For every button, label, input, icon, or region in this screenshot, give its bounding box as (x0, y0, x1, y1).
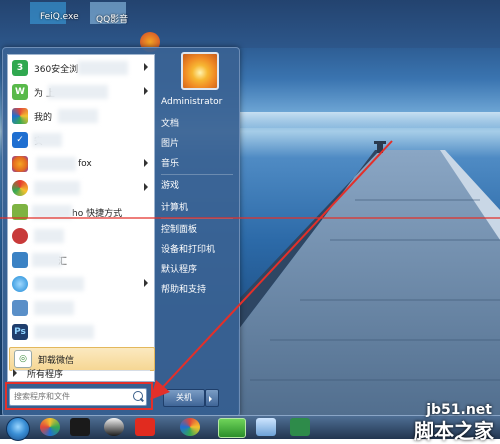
user-name-link[interactable]: Administrator (161, 94, 237, 110)
qq-icon[interactable] (104, 418, 124, 436)
shutdown-button[interactable]: 关机 (163, 389, 205, 407)
program-item[interactable] (8, 273, 154, 295)
ie-icon[interactable] (218, 418, 246, 438)
watermark-cn: 脚本之家 (414, 419, 494, 443)
program-item[interactable] (8, 177, 154, 199)
program-item[interactable]: fox (8, 153, 154, 175)
control-panel-link[interactable]: 控制面板 (161, 220, 237, 236)
submenu-arrow-icon (144, 159, 148, 167)
browser-icon[interactable] (180, 418, 200, 436)
program-item[interactable]: 我的 (8, 105, 154, 127)
documents-link[interactable]: 文档 (161, 114, 237, 130)
program-item[interactable] (8, 297, 154, 319)
browser-icon (12, 108, 28, 124)
program-item[interactable]: ✓ 安 (8, 129, 154, 151)
submenu-arrow-icon (144, 279, 148, 287)
game-icon (12, 228, 28, 244)
divider (161, 218, 233, 219)
program-item[interactable]: Ps (8, 321, 154, 343)
start-menu: 3 360安全浏 W 为 上 我的 ✓ 安 fox (2, 47, 240, 417)
submenu-arrow-icon (144, 87, 148, 95)
toolbox-icon[interactable] (135, 418, 155, 436)
submenu-arrow-icon (144, 63, 148, 71)
all-programs-label: 所有程序 (27, 369, 64, 380)
pictures-link[interactable]: 图片 (161, 134, 237, 150)
search-icon[interactable] (133, 391, 143, 401)
chrome-icon (12, 180, 28, 196)
program-list: 3 360安全浏 W 为 上 我的 ✓ 安 fox (7, 54, 155, 382)
program-item[interactable] (8, 225, 154, 247)
tool-icon (12, 252, 28, 268)
paint-icon[interactable] (40, 418, 60, 436)
media-player-icon[interactable] (70, 418, 90, 436)
help-support-link[interactable]: 帮助和支持 (161, 280, 237, 296)
excel-icon[interactable] (290, 418, 310, 436)
app-icon (12, 204, 28, 220)
computer-link[interactable]: 计算机 (161, 198, 237, 214)
program-label: 我的 (34, 112, 53, 123)
default-programs-link[interactable]: 默认程序 (161, 260, 237, 276)
explorer-icon[interactable] (256, 418, 276, 436)
right-pane: Administrator 文档 图片 音乐 游戏 计算机 控制面板 设备和打印… (155, 48, 239, 416)
submenu-arrow-icon (144, 183, 148, 191)
360-safe-icon: 3 (12, 60, 28, 76)
photoshop-icon: Ps (12, 324, 28, 340)
program-label: 360安全浏 (34, 64, 79, 75)
devices-printers-link[interactable]: 设备和打印机 (161, 240, 237, 256)
divider (161, 174, 233, 175)
search-input[interactable] (12, 389, 126, 403)
shield-icon: ✓ (12, 132, 28, 148)
program-item[interactable]: ho 快捷方式 (8, 201, 154, 223)
document-icon (12, 300, 28, 316)
wechat-icon: W (12, 84, 28, 100)
search-box[interactable] (9, 388, 147, 406)
user-avatar[interactable] (181, 52, 219, 90)
all-programs-button[interactable]: 所有程序 (7, 364, 153, 382)
program-label: ho 快捷方式 (72, 208, 123, 219)
music-link[interactable]: 音乐 (161, 154, 237, 170)
program-label: fox (78, 159, 92, 169)
firefox-icon (12, 156, 28, 172)
shutdown-options-button[interactable] (205, 389, 219, 407)
games-link[interactable]: 游戏 (161, 176, 237, 192)
start-orb-icon[interactable] (6, 417, 30, 441)
expand-arrow-icon (13, 369, 17, 377)
program-item[interactable]: 3 360安全浏 (8, 57, 154, 79)
program-item[interactable]: 汇 (8, 249, 154, 271)
media-icon (12, 276, 28, 292)
program-item[interactable]: W 为 上 (8, 81, 154, 103)
